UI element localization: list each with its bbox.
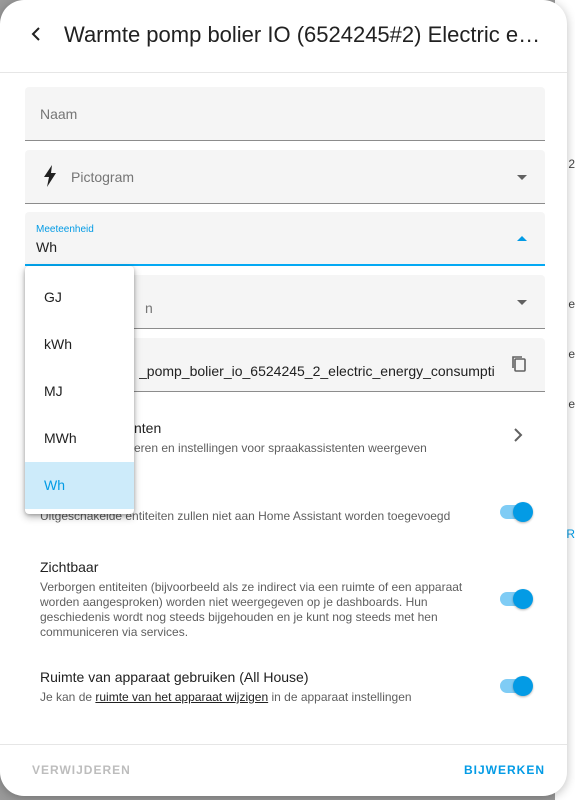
dialog-title: Warmte pomp bolier IO (6524245#2) Electr… <box>64 22 552 47</box>
delete-button[interactable]: VERWIJDEREN <box>32 763 131 777</box>
name-input[interactable]: Naam <box>25 87 545 141</box>
visible-toggle[interactable] <box>500 589 533 609</box>
device-class-label-fragment: n <box>145 300 153 316</box>
unit-option-mj[interactable]: MJ <box>25 368 134 415</box>
icon-picker[interactable]: Pictogram <box>25 150 545 204</box>
area-title: Ruimte van apparaat gebruiken (All House… <box>40 669 309 685</box>
dropdown-arrow-icon <box>517 300 527 305</box>
dropdown-arrow-icon <box>517 175 527 180</box>
dropdown-arrow-icon <box>517 236 527 241</box>
change-device-area-link[interactable]: ruimte van het apparaat wijzigen <box>95 690 268 704</box>
background-fragment: R <box>566 527 575 541</box>
back-button[interactable] <box>22 20 50 48</box>
toggle-knob <box>513 676 533 696</box>
unit-select[interactable]: Meeteenheid Wh <box>25 212 545 266</box>
area-toggle[interactable] <box>500 676 533 696</box>
background-fragment: e <box>568 397 575 411</box>
background-fragment: 2 <box>568 157 575 171</box>
enabled-toggle[interactable] <box>500 502 533 522</box>
area-desc-prefix: Je kan de <box>40 690 96 704</box>
visible-title: Zichtbaar <box>40 559 99 575</box>
unit-dropdown-menu: GJ kWh MJ MWh Wh <box>25 266 134 514</box>
visible-desc: Verborgen entiteiten (bijvoorbeeld als z… <box>40 580 463 639</box>
area-desc: Je kan de ruimte van het apparaat wijzig… <box>40 690 480 705</box>
name-label: Naam <box>40 106 78 122</box>
copy-icon[interactable] <box>509 354 529 374</box>
background-fragment: e <box>568 297 575 311</box>
visible-row: Zichtbaar Verborgen entiteiten (bijvoorb… <box>40 558 537 640</box>
unit-option-wh[interactable]: Wh <box>25 462 134 509</box>
toggle-knob <box>513 589 533 609</box>
unit-option-mwh[interactable]: MWh <box>25 415 134 462</box>
flash-icon <box>44 165 56 187</box>
background-fragment: e <box>568 347 575 361</box>
unit-option-kwh[interactable]: kWh <box>25 321 134 368</box>
dialog-header: Warmte pomp bolier IO (6524245#2) Electr… <box>0 0 567 70</box>
chevron-left-icon <box>31 27 40 41</box>
divider <box>0 744 567 745</box>
divider <box>0 72 567 73</box>
update-button[interactable]: BIJWERKEN <box>464 763 545 777</box>
unit-option-gj[interactable]: GJ <box>25 274 134 321</box>
area-desc-suffix: in de apparaat instellingen <box>268 690 412 704</box>
unit-label: Meeteenheid <box>36 224 94 235</box>
chevron-right-icon[interactable] <box>511 428 525 442</box>
unit-value: Wh <box>36 239 57 255</box>
icon-label: Pictogram <box>71 169 135 185</box>
entity-id-value: _pomp_bolier_io_6524245_2_electric_energ… <box>139 363 494 379</box>
entity-settings-dialog: Warmte pomp bolier IO (6524245#2) Electr… <box>0 0 567 796</box>
toggle-knob <box>513 502 533 522</box>
area-row: Ruimte van apparaat gebruiken (All House… <box>40 668 537 705</box>
